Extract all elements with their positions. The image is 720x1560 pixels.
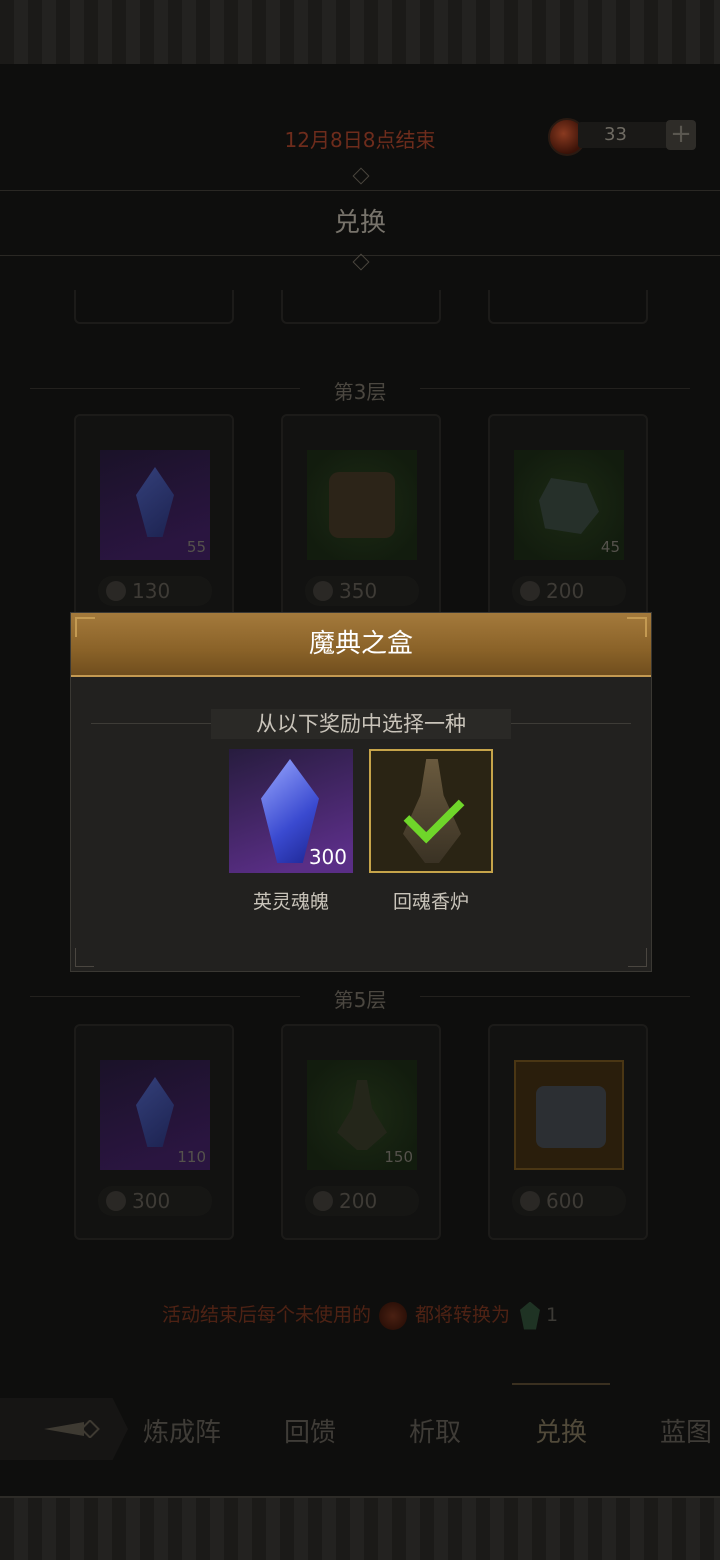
popup-subtitle: 从以下奖励中选择一种 <box>211 709 511 739</box>
price-tag: 130 <box>98 576 212 606</box>
tab-alchemy[interactable]: 炼成阵 <box>143 1412 221 1449</box>
card-partial <box>281 290 441 324</box>
top-ornament-border <box>0 0 720 66</box>
active-tab-indicator <box>512 1383 610 1385</box>
relic-coin-icon <box>313 1191 333 1211</box>
reward-option-censer[interactable] <box>369 749 493 873</box>
relic-coin-icon <box>520 581 540 601</box>
price-tag: 200 <box>305 1186 419 1216</box>
currency-display: 33 + <box>548 118 698 156</box>
card-partial <box>74 290 234 324</box>
relic-orb-icon <box>378 1301 407 1330</box>
relic-coin-icon <box>313 581 333 601</box>
relic-coin-icon <box>106 1191 126 1211</box>
green-gem-icon <box>519 1301 540 1330</box>
shop-item-card[interactable]: 600 <box>488 1024 648 1240</box>
reward-choice-popup: 魔典之盒 从以下奖励中选择一种 300 英灵魂魄 回魂香炉 <box>70 612 652 972</box>
layer-3-label: 第3层 <box>333 380 387 404</box>
tab-exchange[interactable]: 兑换 <box>535 1412 587 1449</box>
price-tag: 200 <box>512 576 626 606</box>
back-button[interactable] <box>0 1398 128 1460</box>
reward-name: 回魂香炉 <box>392 891 469 913</box>
tab-rewards[interactable]: 回馈 <box>284 1412 336 1449</box>
item-quantity: 150 <box>384 1148 413 1166</box>
add-currency-button[interactable]: + <box>666 120 696 150</box>
card-partial <box>488 290 648 324</box>
section-title: 兑换 <box>0 190 720 256</box>
reward-quantity: 300 <box>308 845 347 869</box>
dark-box-icon <box>307 450 417 560</box>
bottom-ornament-border <box>0 1496 720 1560</box>
price-tag: 300 <box>98 1186 212 1216</box>
armor-chest-icon <box>514 1060 624 1170</box>
shop-item-card[interactable]: 45 200 <box>488 414 648 630</box>
popup-title: 魔典之盒 <box>308 629 413 659</box>
item-quantity: 110 <box>177 1148 206 1166</box>
relic-coin-icon <box>520 1191 540 1211</box>
relic-coin-icon <box>106 581 126 601</box>
shop-item-card[interactable]: 350 <box>281 414 441 630</box>
layer-5-label: 第5层 <box>333 988 387 1012</box>
reward-name: 英灵魂魄 <box>252 891 329 913</box>
price-tag: 350 <box>305 576 419 606</box>
price-tag: 600 <box>512 1186 626 1216</box>
shop-item-card[interactable]: 110 300 <box>74 1024 234 1240</box>
conversion-note: 活动结束后每个未使用的 都将转换为 1 <box>0 1300 720 1330</box>
shop-item-card[interactable]: 55 130 <box>74 414 234 630</box>
tab-extract[interactable]: 析取 <box>409 1412 461 1449</box>
tab-blueprint[interactable]: 蓝图 <box>660 1412 712 1449</box>
reward-option-soul[interactable]: 300 <box>229 749 353 873</box>
currency-amount: 33 <box>604 124 627 145</box>
item-quantity: 45 <box>600 538 620 556</box>
item-quantity: 55 <box>186 538 206 556</box>
back-arrow-icon <box>44 1420 100 1438</box>
shop-item-card[interactable]: 150 200 <box>281 1024 441 1240</box>
